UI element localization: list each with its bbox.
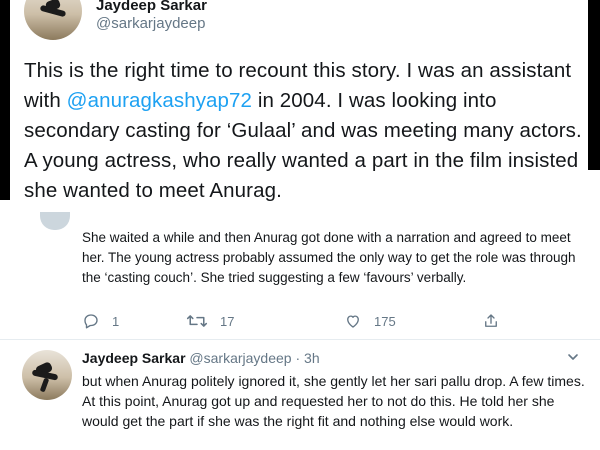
mention-link[interactable]: @anuragkashyap72: [67, 89, 252, 112]
more-options-button[interactable]: [566, 350, 580, 369]
avatar[interactable]: [22, 350, 72, 400]
author-name[interactable]: Jaydeep Sarkar: [82, 350, 186, 366]
author-handle[interactable]: @sarkarjaydeep: [189, 350, 291, 366]
timestamp[interactable]: 3h: [304, 350, 320, 366]
black-edge-left: [0, 0, 10, 200]
retweet-icon: [186, 315, 208, 327]
like-count: 175: [374, 313, 396, 329]
black-edge-right: [588, 0, 600, 170]
reply-text: but when Anurag politely ignored it, she…: [82, 373, 585, 429]
like-icon: [347, 315, 359, 328]
share-button[interactable]: [482, 312, 500, 330]
reply-count: 1: [112, 313, 120, 329]
tweet-header: Jaydeep Sarkar @sarkarjaydeep · 3h: [82, 350, 320, 366]
meta-separator: ·: [295, 350, 301, 366]
reply-tweet-1[interactable]: She waited a while and then Anurag got d…: [0, 212, 600, 342]
reply-tweet-2[interactable]: Jaydeep Sarkar @sarkarjaydeep · 3h but w…: [0, 340, 600, 450]
reply-button[interactable]: 1: [82, 312, 119, 330]
avatar[interactable]: [24, 0, 82, 40]
chevron-down-icon: [568, 354, 578, 360]
retweet-button[interactable]: 17: [186, 312, 234, 330]
author-handle[interactable]: @sarkarjaydeep: [96, 15, 205, 32]
retweet-count: 17: [220, 313, 235, 329]
share-icon: [485, 314, 497, 327]
tweet-text: This is the right time to recount this s…: [24, 56, 584, 206]
reply-icon: [84, 314, 98, 329]
author-name[interactable]: Jaydeep Sarkar: [96, 0, 207, 14]
avatar-stub: [40, 212, 70, 230]
reply-text: She waited a while and then Anurag got d…: [82, 230, 576, 285]
tweet-actions: 1 17 175: [82, 312, 502, 330]
like-button[interactable]: 175: [344, 312, 396, 330]
top-tweet[interactable]: Jaydeep Sarkar @sarkarjaydeep This is th…: [10, 0, 588, 212]
